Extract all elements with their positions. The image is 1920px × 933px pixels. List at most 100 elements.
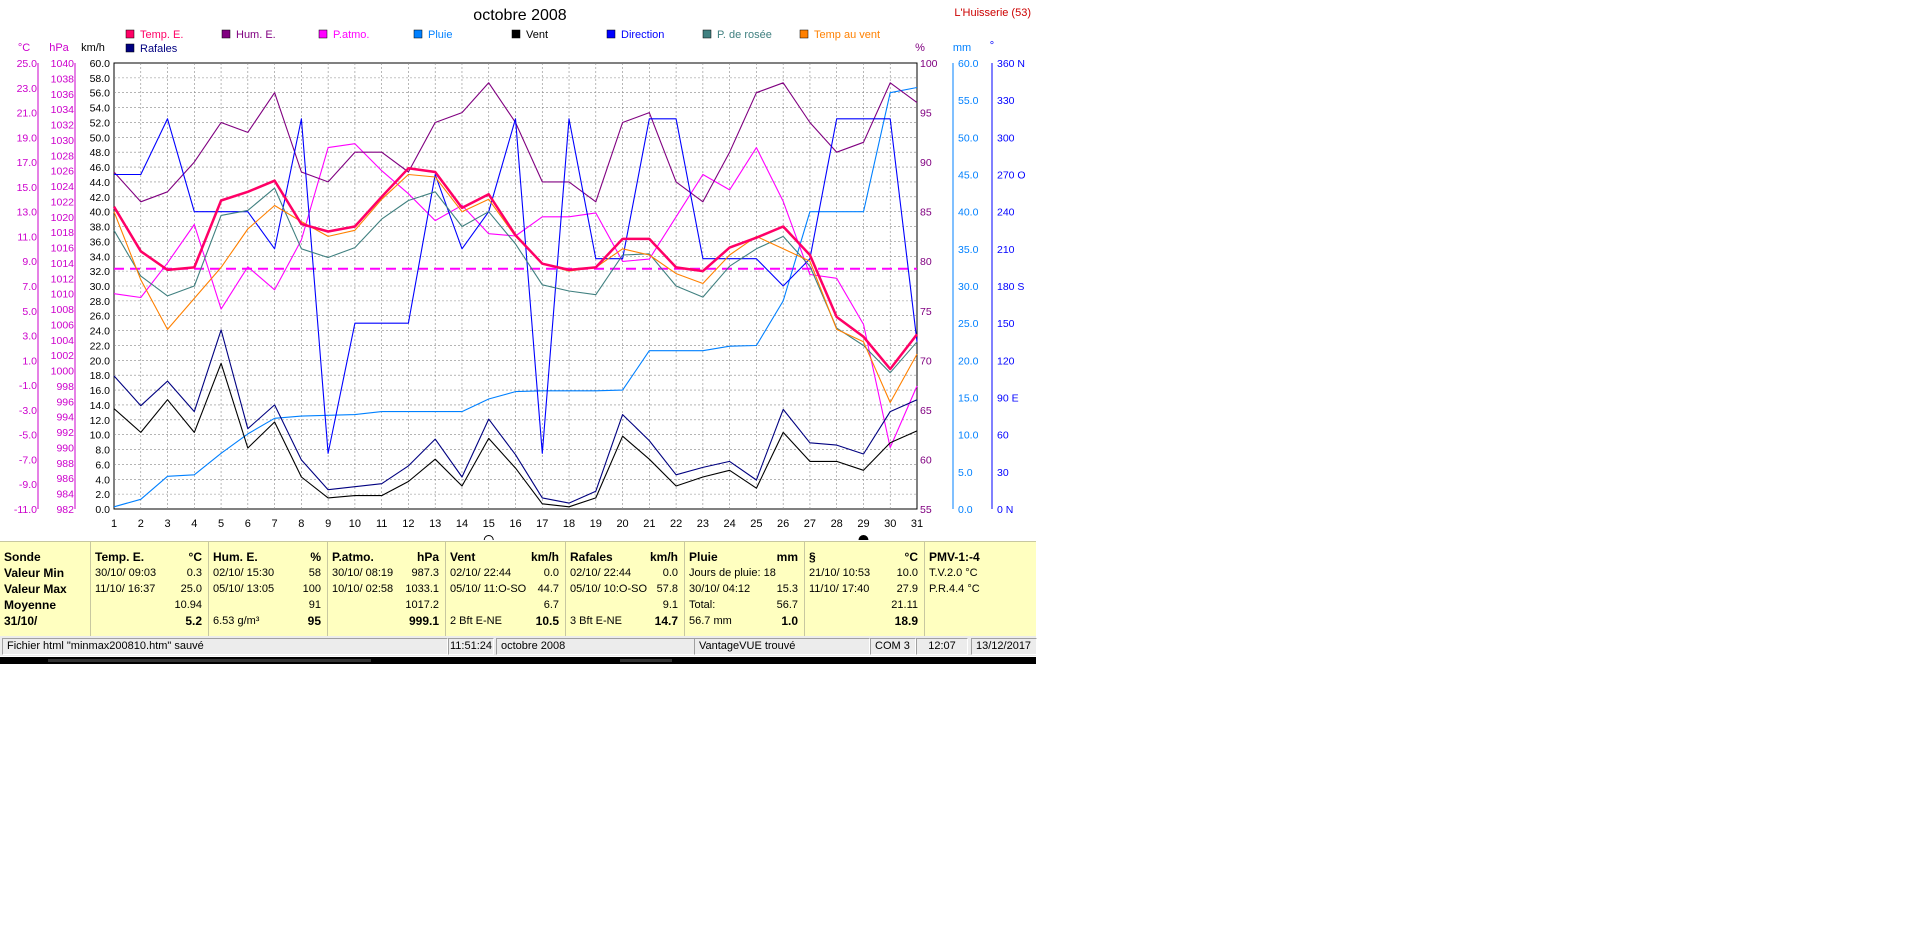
tick-pluie: 45.0: [958, 170, 979, 182]
col-patmo: P.atmo. hPa 30/10/ 08:19 987.3 10/10/ 02:5…: [328, 542, 446, 636]
tick-pression: 1000: [51, 366, 75, 378]
pmv-head: PMV-1:-4: [929, 550, 980, 564]
tick-vent: 56.0: [90, 88, 111, 100]
col-s: § °C 21/10/ 10:53 10.0 11/10/ 17:40 27.9 21…: [805, 542, 925, 636]
tick-hum: 80: [920, 256, 932, 268]
hum-max-date: 05/10/ 13:05: [213, 583, 275, 595]
s-head: §: [809, 550, 816, 564]
col-pmv: PMV-1:-4 T.V.2.0 °C P.R.4.4 °C: [925, 542, 1035, 636]
pluie-unit: mm: [776, 550, 798, 564]
status-clock: 12:07: [916, 638, 968, 655]
tick-hum: 75: [920, 306, 932, 318]
tick-day: 2: [138, 518, 144, 530]
tick-pression: 1024: [51, 181, 75, 193]
s-max-date: 11/10/ 17:40: [809, 583, 870, 595]
tick-day: 14: [456, 518, 468, 530]
tick-direction: 60: [997, 430, 1009, 442]
tick-temp: -9.0: [19, 479, 37, 491]
temp-max-date: 11/10/ 16:37: [95, 583, 156, 595]
legend-label: Pluie: [428, 29, 452, 41]
tick-day: 21: [643, 518, 655, 530]
temp-unit: °C: [188, 550, 202, 564]
temp-current-value: 5.2: [185, 614, 202, 628]
tick-direction: 210: [997, 244, 1015, 256]
hum-avg-value: 91: [308, 599, 321, 611]
temp-min-value: 0.3: [186, 567, 202, 579]
tick-direction: 270 O: [997, 170, 1026, 182]
tick-day: 4: [191, 518, 197, 530]
legend-swatch: [125, 43, 135, 53]
tick-direction: 0 N: [997, 504, 1013, 516]
status-file: Fichier html "minmax200810.htm" sauvé: [2, 638, 448, 655]
bottom-scrollbar[interactable]: [0, 657, 1036, 664]
tick-pression: 1002: [51, 350, 75, 362]
tick-day: 19: [590, 518, 602, 530]
tick-pression: 1040: [51, 58, 75, 70]
tick-temp: 3.0: [22, 331, 37, 343]
status-port: COM 3: [870, 638, 916, 655]
legend-swatch: [702, 29, 712, 39]
tick-day: 24: [724, 518, 736, 530]
tick-vent: 8.0: [95, 445, 110, 457]
s-unit: °C: [904, 550, 918, 564]
tick-vent: 46.0: [90, 162, 111, 174]
tick-pression: 1018: [51, 227, 75, 239]
rafales-max-value: 57.8: [656, 583, 678, 595]
tick-pluie: 55.0: [958, 95, 979, 107]
tick-vent: 20.0: [90, 355, 111, 367]
scroll-segment: [48, 659, 371, 662]
chart-grid: [113, 62, 918, 510]
tick-vent: 50.0: [90, 132, 111, 144]
tick-pluie: 50.0: [958, 132, 979, 144]
s-min-value: 10.0: [896, 567, 918, 579]
col-pluie: Pluie mm Jours de pluie: 18 30/10/ 04:12 1…: [685, 542, 805, 636]
tick-vent: 44.0: [90, 177, 111, 189]
legend-swatch: [511, 29, 521, 39]
tick-direction: 300: [997, 132, 1015, 144]
tick-vent: 36.0: [90, 236, 111, 248]
tick-day: 3: [164, 518, 170, 530]
unit-pluie: mm: [953, 42, 971, 54]
tick-vent: 16.0: [90, 385, 111, 397]
tick-day: 26: [777, 518, 789, 530]
col-temp: Temp. E. °C 30/10/ 09:03 0.3 11/10/ 16:37 2…: [91, 542, 209, 636]
legend-swatch: [318, 29, 328, 39]
legend-swatch: [413, 29, 423, 39]
s-min-date: 21/10/ 10:53: [809, 567, 871, 579]
chart-title: octobre 2008: [473, 7, 567, 24]
tick-pluie: 40.0: [958, 207, 979, 219]
tick-day: 17: [536, 518, 548, 530]
tick-pression: 1036: [51, 89, 75, 101]
tick-pression: 1030: [51, 135, 75, 147]
unit-pression: hPa: [49, 42, 69, 54]
temp-min-date: 30/10/ 09:03: [95, 567, 157, 579]
col-sonde: Sonde Valeur Min Valeur Max Moyenne 31/1…: [0, 542, 91, 636]
tick-vent: 54.0: [90, 103, 111, 115]
tick-hum: 70: [920, 355, 932, 367]
tick-hum: 90: [920, 157, 932, 169]
tick-vent: 60.0: [90, 58, 111, 70]
legend-label: Temp. E.: [140, 29, 183, 41]
tick-temp: -3.0: [19, 405, 37, 417]
tick-pluie: 20.0: [958, 355, 979, 367]
pluie-days: Jours de pluie: 18: [689, 567, 776, 579]
tick-day: 30: [884, 518, 896, 530]
tick-temp: -5.0: [19, 430, 37, 442]
tick-pression: 1012: [51, 273, 75, 285]
patmo-unit: hPa: [416, 550, 439, 564]
tick-day: 22: [670, 518, 682, 530]
tick-day: 31: [911, 518, 923, 530]
tick-pression: 1006: [51, 319, 75, 331]
label-min: Valeur Min: [4, 566, 65, 580]
legend-label: P.atmo.: [333, 29, 370, 41]
tick-day: 25: [750, 518, 762, 530]
hum-min-date: 02/10/ 15:30: [213, 567, 275, 579]
legend-swatch: [221, 29, 231, 39]
tick-pression: 996: [56, 396, 74, 408]
tick-vent: 28.0: [90, 296, 111, 308]
tick-pluie: 10.0: [958, 430, 979, 442]
s-current-value: 18.9: [894, 614, 918, 628]
tick-pression: 1004: [51, 335, 75, 347]
tick-pression: 1020: [51, 212, 75, 224]
legend-label: Rafales: [140, 43, 178, 55]
